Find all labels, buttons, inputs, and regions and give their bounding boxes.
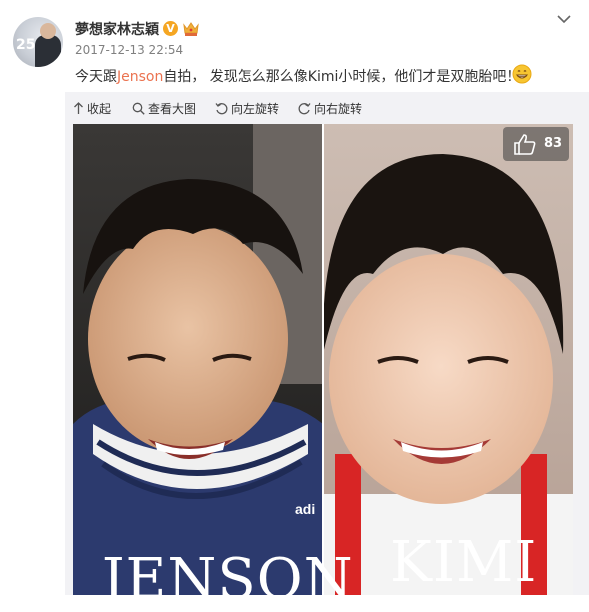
post-text-after: 自拍， 发现怎么那么像Kimi小时候，他们才是双胞胎吧！ bbox=[163, 69, 521, 85]
post-photo[interactable]: adi bbox=[73, 124, 573, 595]
mention-link[interactable]: Jenson bbox=[117, 69, 163, 85]
post-header: 25 夢想家林志穎 V 2017-12-13 22:54 今天跟Jenson自拍… bbox=[0, 0, 589, 92]
avatar-head-shape bbox=[40, 23, 56, 39]
avatar-number: 25 bbox=[16, 37, 36, 53]
collapse-arrow-icon bbox=[74, 102, 83, 114]
post-text: 今天跟Jenson自拍， 发现怎么那么像Kimi小时候，他们才是双胞胎吧！ bbox=[75, 66, 520, 86]
media-toolbar: 收起 查看大图 向左旋转 向右旋转 bbox=[65, 92, 589, 124]
like-count: 83 bbox=[544, 136, 563, 151]
verified-badge-icon[interactable]: V bbox=[163, 21, 178, 36]
post-text-before: 今天跟 bbox=[75, 69, 117, 85]
rotate-right-label: 向右旋转 bbox=[314, 102, 363, 116]
post-timestamp[interactable]: 2017-12-13 22:54 bbox=[75, 43, 183, 57]
photo-label-kimi: KIMI bbox=[390, 530, 538, 595]
avatar[interactable]: 25 bbox=[13, 17, 63, 67]
rotate-left-label: 向左旋转 bbox=[231, 102, 280, 116]
username[interactable]: 夢想家林志穎 bbox=[75, 19, 159, 39]
view-large-label: 查看大图 bbox=[148, 102, 197, 116]
crown-icon[interactable] bbox=[182, 20, 200, 37]
view-large-button[interactable]: 查看大图 bbox=[132, 100, 196, 117]
collapse-button[interactable]: 收起 bbox=[73, 100, 111, 117]
rotate-left-button[interactable]: 向左旋转 bbox=[215, 100, 279, 117]
grinning-face-icon bbox=[512, 64, 532, 84]
rotate-right-button[interactable]: 向右旋转 bbox=[298, 100, 362, 117]
rotate-left-icon bbox=[215, 103, 228, 115]
right-child-figure bbox=[322, 154, 573, 595]
collapse-label: 收起 bbox=[87, 102, 112, 116]
photo-label-jenson: JENSON bbox=[102, 547, 354, 612]
chevron-down-icon[interactable] bbox=[556, 12, 572, 26]
magnifier-icon bbox=[132, 102, 145, 115]
thumbs-up-icon bbox=[514, 134, 536, 155]
shirt-logo: adi bbox=[295, 501, 315, 517]
rotate-right-icon bbox=[298, 103, 311, 115]
avatar-person-shape bbox=[35, 35, 61, 67]
